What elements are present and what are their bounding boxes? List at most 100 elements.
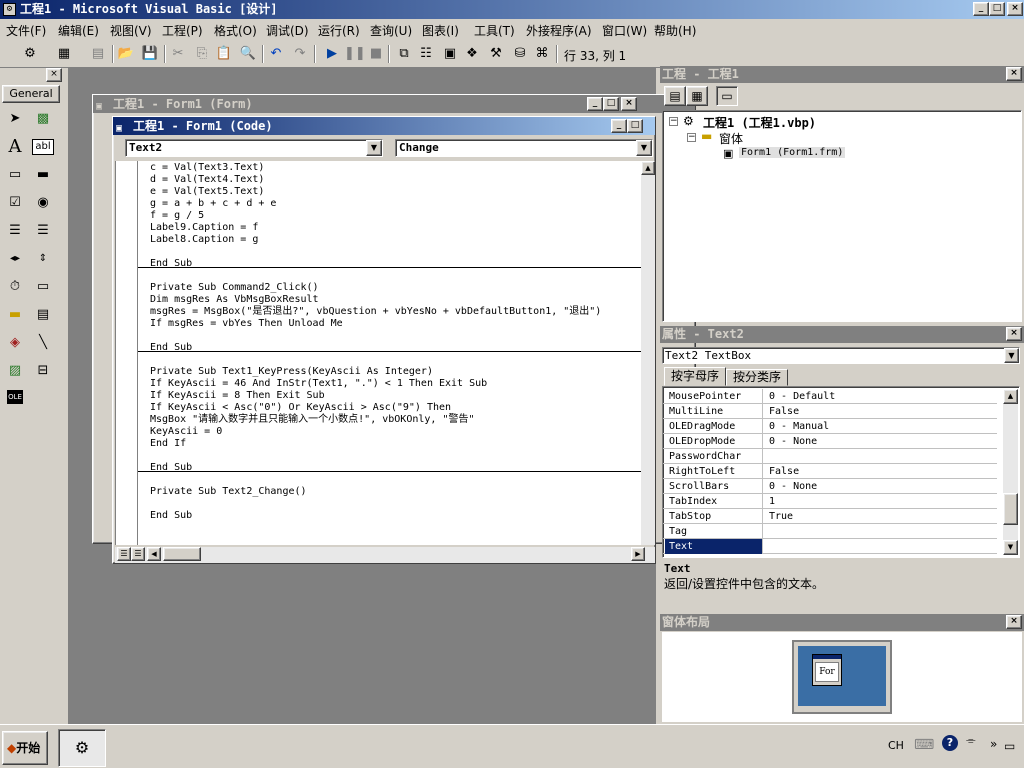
language-indicator[interactable]: CH (888, 739, 904, 752)
open-folder-icon[interactable]: 📂 (116, 44, 136, 64)
object-combo[interactable]: Text2 ▼ (125, 139, 383, 157)
scroll-right-icon[interactable]: ▶ (631, 547, 645, 561)
code-line[interactable]: Private Sub Text2_Change() (150, 486, 307, 498)
code-line[interactable]: c = Val(Text3.Text) (150, 162, 264, 174)
properties-window-icon[interactable]: ☷ (416, 44, 436, 64)
end-icon[interactable]: ■ (366, 44, 386, 64)
properties-scroll-down-icon[interactable]: ▼ (1003, 540, 1018, 555)
find-icon[interactable]: 🔍 (238, 44, 258, 64)
object-combo-dropdown-icon[interactable]: ▼ (366, 140, 382, 156)
property-row[interactable]: Text (663, 539, 997, 554)
dirlistbox-icon[interactable]: ▬ (4, 304, 26, 326)
menu-addins[interactable]: 外接程序(A) (526, 22, 592, 39)
code-line[interactable]: Private Sub Command2_Click() (150, 282, 319, 294)
menu-query[interactable]: 查询(U) (370, 22, 412, 39)
procedure-combo-dropdown-icon[interactable]: ▼ (636, 140, 652, 156)
tree-form1-item[interactable]: Form1 (Form1.frm) (739, 147, 846, 158)
form-layout-icon[interactable]: ▣ (440, 44, 460, 64)
close-button[interactable]: × (1007, 2, 1023, 16)
vscrollbar-icon[interactable]: ⇕ (32, 248, 54, 270)
property-value[interactable]: 0 - Manual (767, 419, 997, 434)
maximize-button[interactable]: □ (989, 2, 1005, 16)
start-icon[interactable]: ▶ (322, 44, 342, 64)
hscrollbar-icon[interactable]: ◂▸ (4, 248, 26, 270)
start-button[interactable]: ◆开始 (2, 731, 48, 765)
copy-icon[interactable]: ⎘ (192, 44, 212, 64)
form-layout-close-button[interactable]: × (1006, 615, 1022, 629)
minimize-button[interactable]: _ (973, 2, 989, 16)
property-value[interactable]: 0 - None (767, 434, 997, 449)
tab-categorized[interactable]: 按分类序 (726, 369, 788, 386)
code-line[interactable]: KeyAscii = 0 (150, 426, 222, 438)
property-value[interactable]: 1 (767, 494, 997, 509)
project-explorer-icon[interactable]: ⧉ (394, 44, 414, 64)
checkbox-icon[interactable]: ☑ (4, 192, 26, 214)
help-icon[interactable]: ? (942, 735, 958, 751)
frame-icon[interactable]: ▭ (4, 164, 26, 186)
line-icon[interactable]: ╲ (32, 332, 54, 354)
property-row[interactable]: OLEDropMode 0 - None (663, 434, 997, 449)
properties-scrollbar[interactable]: ▲ ▼ (1003, 389, 1018, 555)
vb-taskbar-button[interactable]: ⚙ (58, 729, 106, 767)
code-line[interactable]: End Sub (150, 342, 192, 354)
code-line[interactable]: msgRes = MsgBox("是否退出?", vbQuestion + vb… (150, 306, 601, 318)
code-line[interactable]: If msgRes = vbYes Then Unload Me (150, 318, 343, 330)
code-window[interactable]: ▣ 工程1 - Form1 (Code) _ □ Text2 ▼ Change … (112, 116, 656, 564)
app-title-bar[interactable]: ⚙ 工程1 - Microsoft Visual Basic [设计] _ □ … (0, 0, 1024, 19)
timer-icon[interactable]: ⏱ (4, 276, 26, 298)
property-row[interactable]: TabIndex 1 (663, 494, 997, 509)
menu-window[interactable]: 窗口(W) (602, 22, 647, 39)
code-line[interactable]: f = g / 5 (150, 210, 204, 222)
properties-close-button[interactable]: × (1006, 327, 1022, 341)
code-line[interactable]: Label9.Caption = f (150, 222, 258, 234)
filelistbox-icon[interactable]: ▤ (32, 304, 54, 326)
properties-scroll-up-icon[interactable]: ▲ (1003, 389, 1018, 404)
form-thumbnail[interactable]: For (812, 654, 842, 686)
property-value[interactable]: 0 - Default (767, 389, 997, 404)
toggle-folders-icon[interactable]: ▭ (716, 86, 738, 106)
project-explorer-close-button[interactable]: × (1006, 67, 1022, 81)
add-project-icon[interactable]: ⚙ (20, 44, 40, 64)
data-view-icon[interactable]: ⛁ (510, 44, 530, 64)
code-line[interactable]: If KeyAscii = 8 Then Exit Sub (150, 390, 325, 402)
optionbutton-icon[interactable]: ◉ (32, 192, 54, 214)
tree-forms-folder[interactable]: 窗体 (719, 130, 743, 147)
code-line[interactable]: d = Val(Text4.Text) (150, 174, 264, 186)
property-row[interactable]: ScrollBars 0 - None (663, 479, 997, 494)
property-row[interactable]: RightToLeft False (663, 464, 997, 479)
code-line[interactable]: g = a + b + c + d + e (150, 198, 276, 210)
tree-project-root[interactable]: 工程1 (工程1.vbp) (703, 114, 816, 131)
menu-debug[interactable]: 调试(D) (266, 22, 309, 39)
code-vertical-scrollbar[interactable]: ▲ (641, 161, 655, 545)
tree-collapse-icon[interactable]: − (687, 133, 696, 142)
picturebox-icon[interactable]: ▩ (32, 108, 54, 130)
menu-view[interactable]: 视图(V) (110, 22, 152, 39)
scroll-left-icon[interactable]: ◀ (147, 547, 161, 561)
keyboard-icon[interactable]: ⌨ (914, 737, 934, 753)
properties-object-combo[interactable]: Text2 TextBox ▼ (662, 347, 1020, 364)
code-line[interactable]: Label8.Caption = g (150, 234, 258, 246)
property-value[interactable]: False (767, 404, 997, 419)
tab-alphabetic[interactable]: 按字母序 (664, 367, 726, 386)
menu-tools[interactable]: 工具(T) (474, 22, 515, 39)
horizontal-scroll-thumb[interactable] (163, 547, 201, 561)
code-window-title-bar[interactable]: ▣ 工程1 - Form1 (Code) _ □ (113, 117, 655, 135)
undo-icon[interactable]: ↶ (266, 44, 286, 64)
property-row[interactable]: MultiLine False (663, 404, 997, 419)
listbox-icon[interactable]: ☰ (32, 220, 54, 242)
label-icon[interactable]: A (4, 136, 26, 158)
code-window-maximize-button[interactable]: □ (627, 119, 643, 133)
paste-icon[interactable]: 📋 (214, 44, 234, 64)
procedure-combo[interactable]: Change ▼ (395, 139, 653, 157)
menu-help[interactable]: 帮助(H) (654, 22, 696, 39)
break-icon[interactable]: ❚❚ (344, 44, 366, 64)
network-icon[interactable]: ▭ (1004, 739, 1015, 753)
property-row[interactable]: OLEDragMode 0 - Manual (663, 419, 997, 434)
property-row[interactable]: PasswordChar (663, 449, 997, 464)
tree-collapse-icon[interactable]: − (669, 117, 678, 126)
code-line[interactable]: If KeyAscii = 46 And InStr(Text1, ".") <… (150, 378, 487, 390)
shape-icon[interactable]: ◈ (4, 332, 26, 354)
full-module-view-icon[interactable]: ☰ (131, 547, 145, 561)
toolbox-tab-general[interactable]: General (2, 85, 60, 103)
menu-project[interactable]: 工程(P) (162, 22, 203, 39)
